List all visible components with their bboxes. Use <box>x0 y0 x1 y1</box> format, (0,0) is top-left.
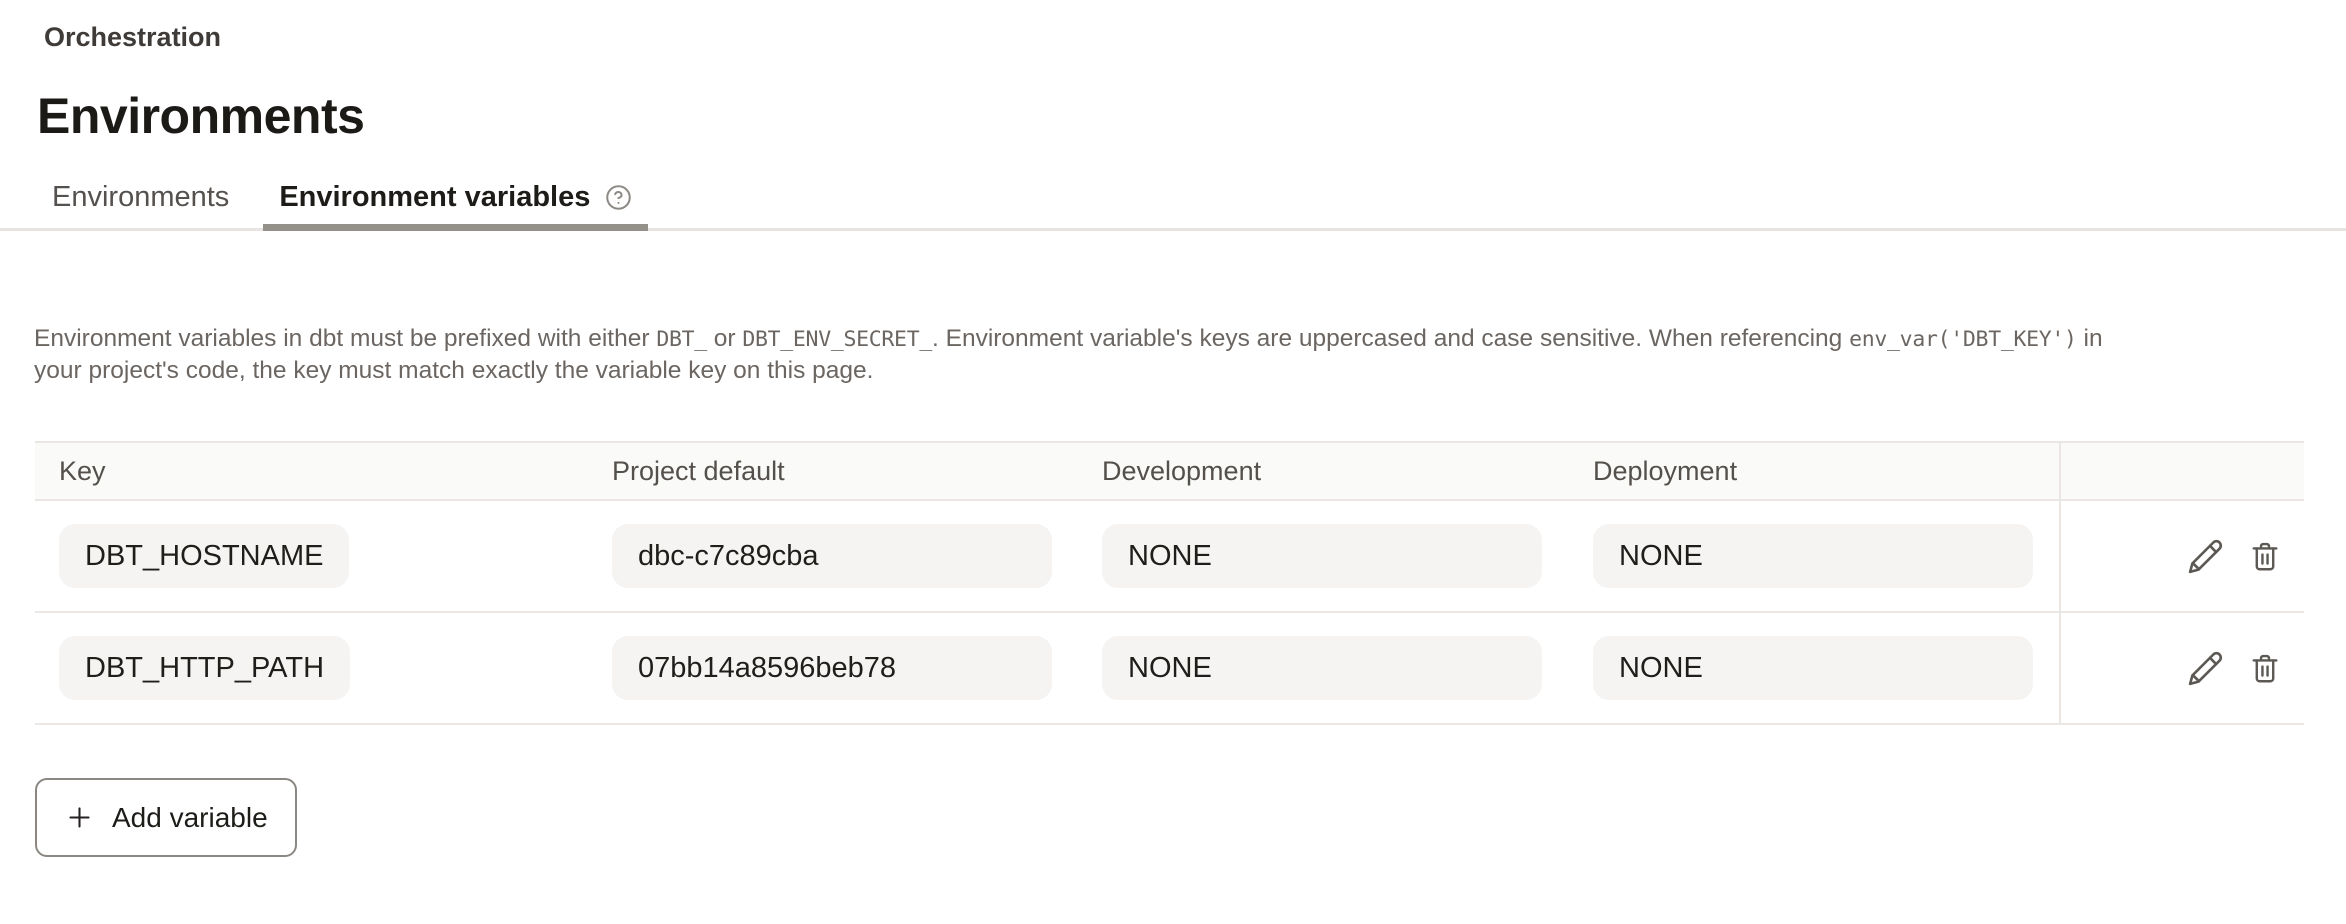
pencil-icon <box>2187 650 2224 687</box>
tab-bar: Environments Environment variables <box>0 166 2346 231</box>
row-actions <box>2059 538 2304 575</box>
project-default-pill: 07bb14a8596beb78 <box>612 636 1052 700</box>
key-pill: DBT_HOSTNAME <box>59 524 349 588</box>
trash-icon <box>2248 650 2282 687</box>
description: Environment variables in dbt must be pre… <box>34 324 2144 386</box>
key-pill: DBT_HTTP_PATH <box>59 636 350 700</box>
env-variables-table: Key Project default Development Deployme… <box>35 441 2304 725</box>
project-default-cell: 07bb14a8596beb78 <box>588 636 1078 700</box>
edit-variable-button[interactable] <box>2187 538 2224 575</box>
description-text: Environment variables in dbt must be pre… <box>34 325 656 352</box>
project-default-cell: dbc-c7c89cba <box>588 524 1078 588</box>
page-title: Environments <box>37 84 364 148</box>
deployment-cell: NONE <box>1569 636 2059 700</box>
description-text: . Environment variable's keys are upperc… <box>932 325 1849 352</box>
project-default-pill: dbc-c7c89cba <box>612 524 1052 588</box>
column-header-development: Development <box>1078 456 1569 487</box>
development-cell: NONE <box>1078 524 1569 588</box>
tab-environment-variables-label: Environment variables <box>279 180 590 214</box>
add-variable-button[interactable]: Add variable <box>35 778 297 857</box>
deployment-pill: NONE <box>1593 636 2033 700</box>
key-cell: DBT_HOSTNAME <box>35 524 588 588</box>
edit-variable-button[interactable] <box>2187 650 2224 687</box>
column-header-project-default: Project default <box>588 456 1078 487</box>
trash-icon <box>2248 538 2282 575</box>
delete-variable-button[interactable] <box>2248 650 2282 687</box>
development-pill: NONE <box>1102 636 1542 700</box>
table-row: DBT_HTTP_PATH 07bb14a8596beb78 NONE NONE <box>35 613 2304 725</box>
code-dbt-prefix: DBT_ <box>656 327 707 352</box>
development-cell: NONE <box>1078 636 1569 700</box>
column-header-key: Key <box>35 456 588 487</box>
deployment-cell: NONE <box>1569 524 2059 588</box>
environment-variables-page: Orchestration Environments Environments … <box>0 0 2346 924</box>
row-actions <box>2059 650 2304 687</box>
plus-icon <box>64 802 95 833</box>
help-icon[interactable] <box>605 184 632 211</box>
code-env-var-example: env_var('DBT_KEY') <box>1849 327 2077 352</box>
table-row: DBT_HOSTNAME dbc-c7c89cba NONE NONE <box>35 501 2304 613</box>
breadcrumb: Orchestration <box>44 18 221 56</box>
delete-variable-button[interactable] <box>2248 538 2282 575</box>
key-cell: DBT_HTTP_PATH <box>35 636 588 700</box>
pencil-icon <box>2187 538 2224 575</box>
column-header-deployment: Deployment <box>1569 456 2059 487</box>
tab-environments-label: Environments <box>52 180 229 214</box>
add-variable-label: Add variable <box>112 802 268 834</box>
actions-column-divider <box>2059 441 2061 724</box>
description-text: or <box>707 325 742 352</box>
code-dbt-env-secret-prefix: DBT_ENV_SECRET_ <box>742 327 932 352</box>
development-pill: NONE <box>1102 524 1542 588</box>
deployment-pill: NONE <box>1593 524 2033 588</box>
table-header-row: Key Project default Development Deployme… <box>35 441 2304 501</box>
tab-environment-variables[interactable]: Environment variables <box>263 166 648 231</box>
tab-environments[interactable]: Environments <box>36 166 245 231</box>
